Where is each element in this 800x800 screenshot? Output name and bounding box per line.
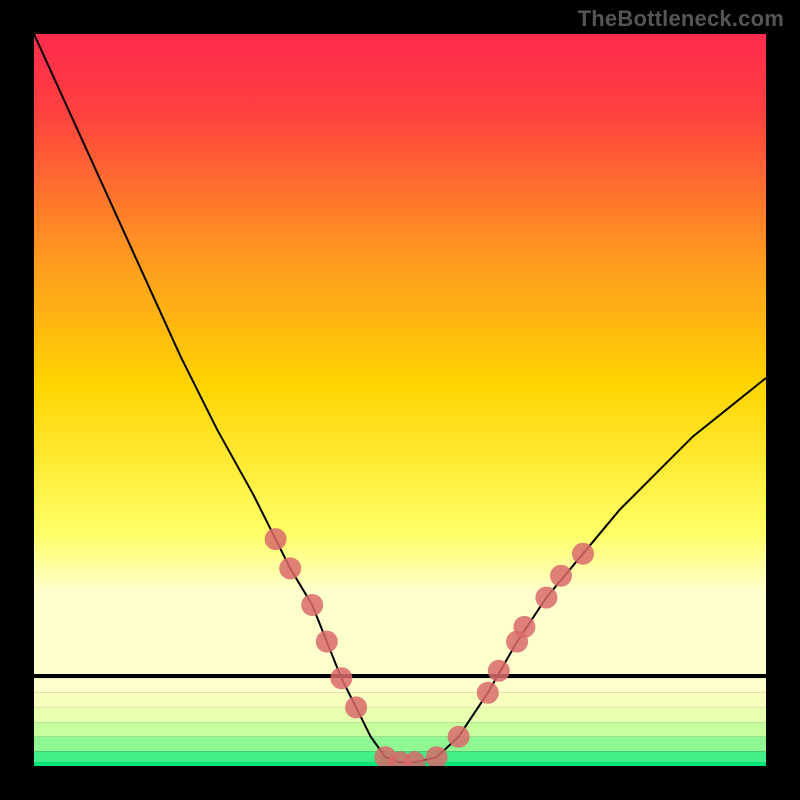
curve-marker: [448, 726, 470, 748]
curve-marker: [513, 616, 535, 638]
curve-marker: [345, 696, 367, 718]
curve-marker: [535, 587, 557, 609]
curve-marker: [404, 751, 426, 766]
watermark-text: TheBottleneck.com: [578, 6, 784, 32]
plot-area: [34, 34, 766, 766]
curve-marker: [572, 543, 594, 565]
curve-marker: [265, 528, 287, 550]
chart-frame: TheBottleneck.com: [0, 0, 800, 800]
bottleneck-curve: [34, 34, 766, 766]
curve-marker: [488, 660, 510, 682]
curve-marker: [316, 631, 338, 653]
curve-marker: [477, 682, 499, 704]
curve-marker: [279, 557, 301, 579]
curve-marker: [301, 594, 323, 616]
curve-marker: [330, 667, 352, 689]
curve-marker: [550, 565, 572, 587]
